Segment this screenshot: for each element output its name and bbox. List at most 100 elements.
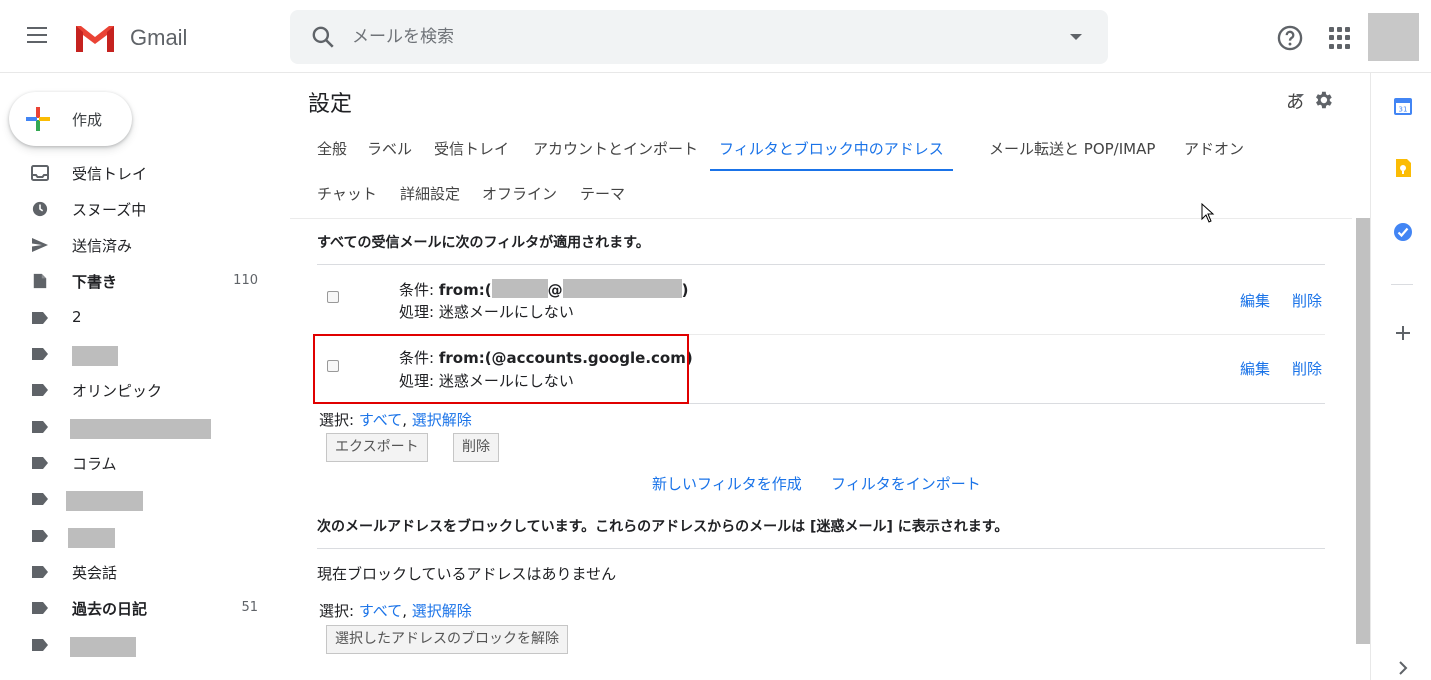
gear-icon[interactable] [1312,89,1334,111]
sidebar-item[interactable]: 英会話 [0,556,270,588]
help-icon[interactable] [1276,24,1304,52]
action-label: 処理: [399,303,435,321]
condition-suffix: ) [681,281,689,299]
settings-tab[interactable]: テーマ [580,172,625,216]
settings-tab[interactable]: アカウントとインポート [533,127,698,171]
gmail-m-icon [76,26,114,52]
label-icon [32,384,48,396]
delete-button[interactable]: 削除 [453,433,499,462]
sidebar-item[interactable] [0,338,270,370]
compose-plus-icon [26,107,50,131]
settings-tab[interactable]: メール転送と POP/IMAP [989,127,1155,171]
top-bar: Gmail [0,0,1431,73]
settings-tab[interactable]: 全般 [317,127,347,171]
sidebar-item[interactable] [0,520,270,552]
add-addon-icon[interactable] [1392,322,1414,344]
sidebar-item-label: 英会話 [72,564,118,582]
settings-tab[interactable]: アドオン [1184,127,1244,171]
settings-tab[interactable]: フィルタとブロック中のアドレス [710,127,953,171]
hamburger-line [27,34,47,36]
select-all-link[interactable]: すべて [359,411,402,429]
main-menu-button[interactable] [24,22,54,52]
redacted-text [562,279,682,298]
condition-prefix: from:( [438,281,492,299]
side-panel-divider [1391,284,1413,285]
redacted-label [72,346,118,366]
left-navigation: 作成 受信トレイスヌーズ中送信済み下書き 110 2 オリンピックコラム英会話過去の日… [0,73,280,680]
sidebar-item-label: コラム [72,455,117,473]
unblock-button[interactable]: 選択したアドレスのブロックを解除 [326,625,568,654]
sidebar-item[interactable]: 過去の日記 51 [0,592,270,624]
sidebar-item[interactable] [0,629,270,661]
sidebar-item-label: スヌーズ中 [72,201,147,219]
compose-label: 作成 [72,111,103,129]
sidebar-item-label: 下書き [72,273,118,291]
blocked-empty-text: 現在ブロックしているアドレスはありません [317,565,617,583]
select-label: 選択: [319,602,355,620]
label-icon [32,530,48,542]
redacted-label [68,528,115,548]
compose-button[interactable]: 作成 [9,92,132,146]
search-input[interactable] [352,22,1032,52]
sidebar-item[interactable]: オリンピック [0,374,270,406]
select-none-link[interactable]: 選択解除 [412,602,472,620]
condition-at: @ [547,281,563,299]
sidebar-item-label: 受信トレイ [72,165,148,183]
settings-tab[interactable]: チャット [317,172,377,216]
settings-tab[interactable]: 詳細設定 [400,172,460,216]
filter-condition: 条件: from:(@) [399,279,688,300]
sidebar-item[interactable]: 2 [0,302,270,334]
search-options-caret-icon[interactable] [1070,34,1082,40]
hamburger-line [27,27,47,29]
redacted-label [70,637,136,657]
label-icon [32,421,48,433]
input-tools-caret-icon[interactable] [1296,94,1304,98]
sidebar-item[interactable]: スヌーズ中 [0,193,270,225]
sidebar-item[interactable]: 受信トレイ [0,157,270,189]
tasks-icon[interactable] [1392,221,1414,243]
calendar-icon[interactable]: 31 [1392,95,1414,117]
redacted-text [491,279,548,298]
content-scrollbar[interactable] [1356,218,1370,644]
select-all-link[interactable]: すべて [359,602,402,620]
mouse-cursor-icon [1201,203,1215,223]
label-icon [32,348,48,360]
export-button[interactable]: エクスポート [326,433,428,462]
gmail-logo[interactable]: Gmail [74,22,187,54]
settings-tabs: 全般 ラベル 受信トレイ アカウントとインポート フィルタとブロック中のアドレス メール転… [290,127,1352,219]
label-icon [32,566,48,578]
chevron-right-icon[interactable] [1392,657,1414,679]
sidebar-item[interactable]: 送信済み [0,229,270,261]
sidebar-item[interactable]: コラム [0,447,270,479]
filter-row: 条件: from:(@) 処理: 迷惑メールにしない 編集 削除 [317,265,1325,335]
account-avatar[interactable] [1368,13,1419,61]
delete-filter-link[interactable]: 削除 [1292,358,1322,379]
settings-tab[interactable]: ラベル [367,127,412,171]
sidebar-item[interactable] [0,411,270,443]
select-label: 選択: [319,411,355,429]
keep-icon[interactable] [1392,157,1414,179]
filters-heading: すべての受信メールに次のフィルタが適用されます。 [317,235,650,251]
input-tools-button[interactable]: あ [1286,88,1304,114]
sidebar-item[interactable]: 下書き 110 [0,265,270,297]
search-icon[interactable] [310,24,336,50]
sidebar-item-label: 過去の日記 [72,600,148,618]
edit-filter-link[interactable]: 編集 [1240,358,1270,379]
label-icon [32,312,48,324]
divider [317,548,1325,549]
create-filter-link[interactable]: 新しいフィルタを作成 [652,473,802,494]
import-filter-link[interactable]: フィルタをインポート [831,473,981,494]
side-panel: 31 [1370,73,1431,680]
apps-grid-icon[interactable] [1328,26,1352,50]
search-bar[interactable] [290,10,1108,64]
settings-tab[interactable]: 受信トレイ [434,127,509,171]
highlight-box [313,334,689,404]
settings-tab[interactable]: オフライン [482,172,557,216]
redacted-label [70,419,211,439]
sidebar-item[interactable] [0,483,270,515]
sidebar-item-label: 2 [72,308,82,326]
edit-filter-link[interactable]: 編集 [1240,290,1270,311]
filter-checkbox[interactable] [327,291,339,303]
select-none-link[interactable]: 選択解除 [412,411,472,429]
delete-filter-link[interactable]: 削除 [1292,290,1322,311]
